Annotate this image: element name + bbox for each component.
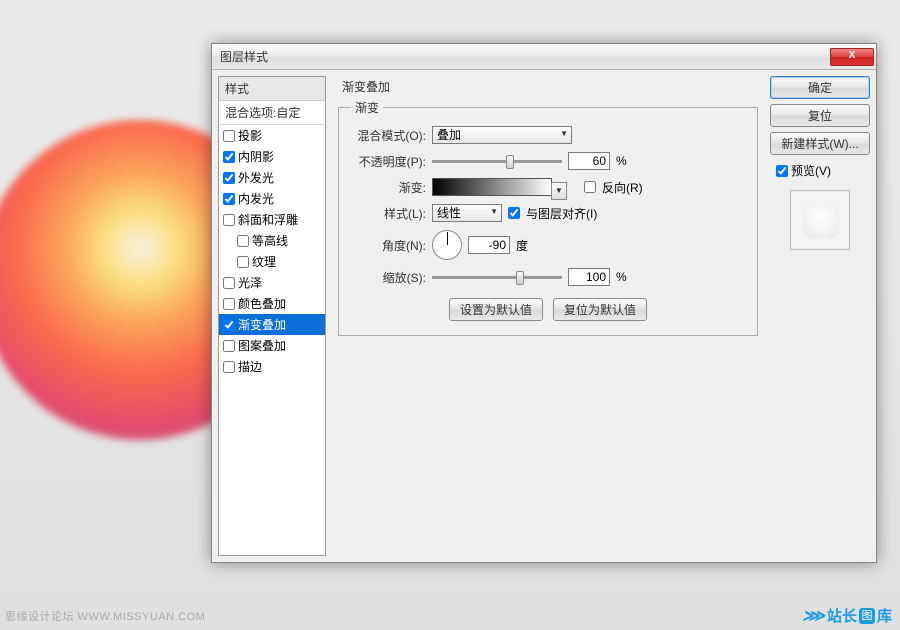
align-label: 与图层对齐(I) <box>526 205 597 222</box>
style-checkbox-1[interactable] <box>223 151 235 163</box>
gradient-group-legend: 渐变 <box>351 99 383 116</box>
cancel-reset-button[interactable]: 复位 <box>770 104 870 127</box>
gradient-style-select[interactable]: 线性 <box>432 204 502 222</box>
style-label-11: 描边 <box>238 358 262 375</box>
gradient-label: 渐变: <box>351 179 426 196</box>
style-item-6[interactable]: 纹理 <box>219 251 325 272</box>
style-label-8: 颜色叠加 <box>238 295 286 312</box>
style-item-2[interactable]: 外发光 <box>219 167 325 188</box>
watermark-right: ⋙ 站长 图 库 <box>802 605 892 626</box>
style-label-10: 图案叠加 <box>238 337 286 354</box>
watermark-text-2: 库 <box>877 605 892 626</box>
action-panel: 确定 复位 新建样式(W)... 预览(V) <box>770 76 870 556</box>
opacity-slider[interactable] <box>432 160 562 163</box>
style-label-3: 内发光 <box>238 190 274 207</box>
watermark-text-1: 站长 <box>827 605 857 626</box>
style-label-4: 斜面和浮雕 <box>238 211 298 228</box>
style-checkbox-5[interactable] <box>237 235 249 247</box>
section-title: 渐变叠加 <box>334 76 762 99</box>
angle-input[interactable] <box>468 236 510 254</box>
preview-thumbnail <box>790 190 850 250</box>
opacity-input[interactable] <box>568 152 610 170</box>
angle-indicator <box>447 232 448 245</box>
style-checkbox-2[interactable] <box>223 172 235 184</box>
opacity-unit: % <box>616 154 627 168</box>
scale-slider-thumb[interactable] <box>516 271 524 285</box>
style-item-4[interactable]: 斜面和浮雕 <box>219 209 325 230</box>
new-style-button[interactable]: 新建样式(W)... <box>770 132 870 155</box>
scale-label: 缩放(S): <box>351 269 426 286</box>
style-label-6: 纹理 <box>252 253 276 270</box>
preview-label: 预览(V) <box>791 162 831 179</box>
layer-style-dialog: 图层样式 X 样式 混合选项:自定 投影内阴影外发光内发光斜面和浮雕等高线纹理光… <box>211 43 877 563</box>
dialog-title: 图层样式 <box>220 48 830 65</box>
reverse-label: 反向(R) <box>602 179 643 196</box>
style-checkbox-11[interactable] <box>223 361 235 373</box>
style-label-2: 外发光 <box>238 169 274 186</box>
style-label-9: 渐变叠加 <box>238 316 286 333</box>
blend-options-header[interactable]: 混合选项:自定 <box>219 101 325 125</box>
scale-input[interactable] <box>568 268 610 286</box>
style-label-1: 内阴影 <box>238 148 274 165</box>
opacity-label: 不透明度(P): <box>351 153 426 170</box>
swoosh-icon: ⋙ <box>802 606 825 626</box>
style-item-0[interactable]: 投影 <box>219 125 325 146</box>
opacity-slider-thumb[interactable] <box>506 155 514 169</box>
style-list-header[interactable]: 样式 <box>219 77 325 101</box>
style-checkbox-10[interactable] <box>223 340 235 352</box>
style-label-5: 等高线 <box>252 232 288 249</box>
angle-unit: 度 <box>516 237 528 254</box>
scale-slider[interactable] <box>432 276 562 279</box>
style-checkbox-6[interactable] <box>237 256 249 268</box>
preview-checkbox[interactable] <box>776 165 788 177</box>
style-checkbox-9[interactable] <box>223 319 235 331</box>
angle-label: 角度(N): <box>351 237 426 254</box>
style-checkbox-0[interactable] <box>223 130 235 142</box>
blend-mode-select[interactable]: 叠加 <box>432 126 572 144</box>
close-button[interactable]: X <box>830 48 874 66</box>
main-settings-panel: 渐变叠加 渐变 混合模式(O): 叠加 不透明度(P): % <box>334 76 762 556</box>
watermark-left: 思缘设计论坛 WWW.MISSYUAN.COM <box>5 608 205 624</box>
set-default-button[interactable]: 设置为默认值 <box>449 298 543 321</box>
angle-dial[interactable] <box>432 230 462 260</box>
style-item-7[interactable]: 光泽 <box>219 272 325 293</box>
style-checkbox-4[interactable] <box>223 214 235 226</box>
titlebar[interactable]: 图层样式 X <box>212 44 876 70</box>
style-item-1[interactable]: 内阴影 <box>219 146 325 167</box>
style-item-9[interactable]: 渐变叠加 <box>219 314 325 335</box>
style-item-8[interactable]: 颜色叠加 <box>219 293 325 314</box>
gradient-group: 渐变 混合模式(O): 叠加 不透明度(P): % 渐变 <box>338 99 758 336</box>
reset-default-button[interactable]: 复位为默认值 <box>553 298 647 321</box>
watermark-badge-icon: 图 <box>859 608 875 624</box>
gradient-picker[interactable] <box>432 178 552 196</box>
dialog-body: 样式 混合选项:自定 投影内阴影外发光内发光斜面和浮雕等高线纹理光泽颜色叠加渐变… <box>212 70 876 562</box>
reverse-checkbox[interactable] <box>584 181 596 193</box>
style-label-7: 光泽 <box>238 274 262 291</box>
style-list-panel: 样式 混合选项:自定 投影内阴影外发光内发光斜面和浮雕等高线纹理光泽颜色叠加渐变… <box>218 76 326 556</box>
style-item-3[interactable]: 内发光 <box>219 188 325 209</box>
style-checkbox-7[interactable] <box>223 277 235 289</box>
style-label-0: 投影 <box>238 127 262 144</box>
style-checkbox-8[interactable] <box>223 298 235 310</box>
style-item-11[interactable]: 描边 <box>219 356 325 377</box>
style-item-10[interactable]: 图案叠加 <box>219 335 325 356</box>
style-checkbox-3[interactable] <box>223 193 235 205</box>
style-label: 样式(L): <box>351 205 426 222</box>
ok-button[interactable]: 确定 <box>770 76 870 99</box>
blend-mode-label: 混合模式(O): <box>351 127 426 144</box>
align-checkbox[interactable] <box>508 207 520 219</box>
scale-unit: % <box>616 270 627 284</box>
style-item-5[interactable]: 等高线 <box>219 230 325 251</box>
